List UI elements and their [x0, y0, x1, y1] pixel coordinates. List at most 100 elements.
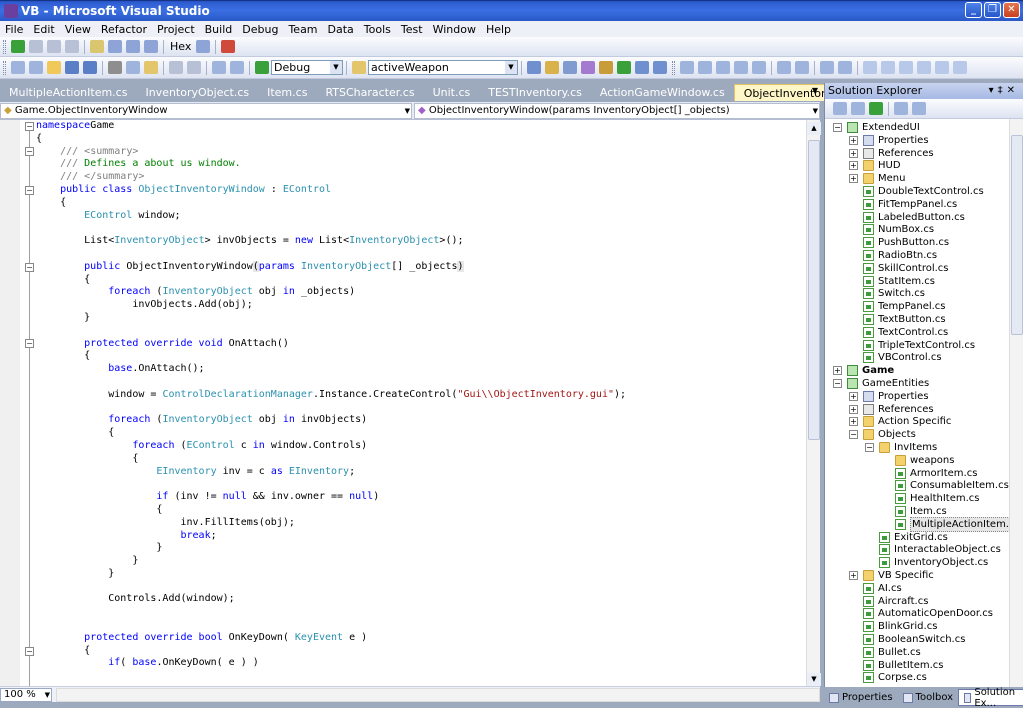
code-line[interactable]: List<InventoryObject> invObjects = new L…	[36, 235, 806, 248]
tree-node-inventoryobject-cs[interactable]: InventoryObject.cs	[879, 556, 988, 569]
add-item-icon[interactable]	[29, 61, 43, 74]
previous-bookmark-in-folder-icon[interactable]	[917, 61, 931, 74]
code-line[interactable]: {	[36, 197, 806, 210]
menu-team[interactable]: Team	[283, 23, 322, 36]
tab-unit-cs[interactable]: Unit.cs	[424, 84, 480, 101]
find-combo[interactable]: activeWeapon ▼	[368, 60, 518, 75]
save-icon[interactable]	[65, 61, 79, 74]
tree-node-objects[interactable]: − Objects	[849, 428, 916, 441]
menu-file[interactable]: File	[0, 23, 28, 36]
code-line[interactable]: Controls.Add(window);	[36, 593, 806, 606]
expand-icon[interactable]: +	[849, 571, 858, 580]
code-line[interactable]	[36, 619, 806, 632]
code-line[interactable]: EControl window;	[36, 210, 806, 223]
tree-node-properties[interactable]: + Properties	[849, 134, 929, 147]
tree-node-vb-specific[interactable]: + VB Specific	[849, 569, 934, 582]
code-line[interactable]: namespaceGame	[36, 120, 806, 133]
toolbar-grip[interactable]	[3, 60, 6, 75]
quick-info-icon[interactable]	[734, 61, 748, 74]
tree-node-action-specific[interactable]: + Action Specific	[849, 415, 951, 428]
save-all-icon[interactable]	[83, 61, 97, 74]
tree-node-bulletitem-cs[interactable]: BulletItem.cs	[863, 659, 943, 672]
menu-build[interactable]: Build	[200, 23, 238, 36]
expand-icon[interactable]: +	[849, 148, 858, 158]
tree-node-references[interactable]: + References	[849, 403, 934, 416]
expand-icon[interactable]: +	[849, 161, 858, 171]
collapse-icon[interactable]: −	[833, 379, 842, 388]
collapse-namespace-icon[interactable]: −	[25, 122, 34, 131]
collapse-summary-icon[interactable]: −	[25, 147, 34, 156]
zoom-combo[interactable]: 100 % ▼	[0, 687, 52, 702]
code-line[interactable]: foreach (EControl c in window.Controls)	[36, 440, 806, 453]
tree-node-blinkgrid-cs[interactable]: BlinkGrid.cs	[863, 620, 937, 633]
menu-refactor[interactable]: Refactor	[96, 23, 152, 36]
close-button[interactable]: ✕	[1003, 2, 1020, 18]
tree-node-tripletextcontrol-cs[interactable]: TripleTextControl.cs	[863, 339, 975, 352]
collapse-onkeydown-icon[interactable]: −	[25, 647, 34, 656]
tree-node-properties[interactable]: + Properties	[849, 390, 929, 403]
member-list-icon[interactable]	[698, 61, 712, 74]
code-line[interactable]: {	[36, 274, 806, 287]
code-line[interactable]: window = ControlDeclarationManager.Insta…	[36, 389, 806, 402]
refresh-icon[interactable]	[869, 102, 883, 115]
code-line[interactable]: public class ObjectInventoryWindow : ECo…	[36, 184, 806, 197]
code-line[interactable]: foreach (InventoryObject obj in _objects…	[36, 286, 806, 299]
tree-node-consumableitem-cs[interactable]: ConsumableItem.cs	[895, 479, 1009, 492]
expand-icon[interactable]: +	[849, 417, 858, 427]
find-in-files-icon[interactable]	[352, 61, 366, 74]
collapse-icon[interactable]: −	[865, 443, 874, 452]
code-line[interactable]: invObjects.Add(obj);	[36, 299, 806, 312]
next-bookmark-in-folder-icon[interactable]	[935, 61, 949, 74]
tree-node-switch-cs[interactable]: Switch.cs	[863, 287, 925, 300]
tool-tab-properties[interactable]: Properties	[824, 689, 898, 706]
tree-node-bullet-cs[interactable]: Bullet.cs	[863, 646, 921, 659]
start-icon[interactable]	[11, 40, 25, 53]
collapse-class-icon[interactable]: −	[25, 186, 34, 195]
tree-node-numbox-cs[interactable]: NumBox.cs	[863, 223, 934, 236]
expand-icon[interactable]: +	[849, 404, 858, 414]
scroll-down-arrow-icon[interactable]: ▼	[807, 673, 821, 686]
tree-node-booleanswitch-cs[interactable]: BooleanSwitch.cs	[863, 633, 965, 646]
increase-indent-icon[interactable]	[795, 61, 809, 74]
editor-horizontal-scrollbar[interactable]	[56, 687, 820, 702]
code-line[interactable]	[36, 581, 806, 594]
chevron-down-icon[interactable]: ▼	[330, 61, 342, 74]
code-editor[interactable]: − − − − − − namespaceGame{ /// <summary>…	[0, 120, 821, 688]
collapse-constructor-icon[interactable]: −	[25, 263, 34, 272]
hex-toggle[interactable]: Hex	[167, 40, 194, 53]
tool-tab-solution-ex[interactable]: Solution Ex...	[958, 687, 1023, 708]
chevron-down-icon[interactable]: ▼	[405, 104, 410, 118]
tree-node-exitgrid-cs[interactable]: ExitGrid.cs	[879, 531, 948, 544]
code-line[interactable]	[36, 325, 806, 338]
solution-explorer-scrollbar[interactable]	[1009, 119, 1023, 687]
open-file-icon[interactable]	[47, 61, 61, 74]
tree-node-healthitem-cs[interactable]: HealthItem.cs	[895, 492, 980, 505]
tab-testinventory-cs[interactable]: TESTInventory.cs	[479, 84, 591, 101]
menu-project[interactable]: Project	[152, 23, 200, 36]
scroll-up-arrow-icon[interactable]: ▲	[807, 122, 821, 135]
indicator-margin[interactable]	[0, 120, 20, 686]
redo-icon[interactable]	[187, 61, 201, 74]
step-out-icon[interactable]	[144, 40, 158, 53]
tree-node-hud[interactable]: + HUD	[849, 159, 901, 172]
text-editor-icon[interactable]	[680, 61, 694, 74]
decrease-indent-icon[interactable]	[777, 61, 791, 74]
menu-window[interactable]: Window	[428, 23, 481, 36]
chevron-down-icon[interactable]: ▼	[45, 689, 50, 701]
maximize-button[interactable]: ❐	[984, 2, 1001, 18]
undo-icon[interactable]	[169, 61, 183, 74]
find-icon[interactable]	[527, 61, 541, 74]
editor-vertical-scrollbar[interactable]: ▲ ▼	[806, 120, 821, 686]
word-completion-icon[interactable]	[752, 61, 766, 74]
paste-icon[interactable]	[144, 61, 158, 74]
restart-icon[interactable]	[65, 40, 79, 53]
menu-data[interactable]: Data	[323, 23, 359, 36]
code-line[interactable]: {	[36, 504, 806, 517]
tree-node-multipleactionitem-cs[interactable]: MultipleActionItem.cs	[895, 516, 1010, 532]
tree-node-game[interactable]: + Game	[833, 364, 894, 377]
stop-icon[interactable]	[47, 40, 61, 53]
parameter-info-icon[interactable]	[716, 61, 730, 74]
breakpoints-icon[interactable]	[196, 40, 211, 53]
tree-node-interactableobject-cs[interactable]: InteractableObject.cs	[879, 543, 1001, 556]
navigate-backward-icon[interactable]	[212, 61, 226, 74]
